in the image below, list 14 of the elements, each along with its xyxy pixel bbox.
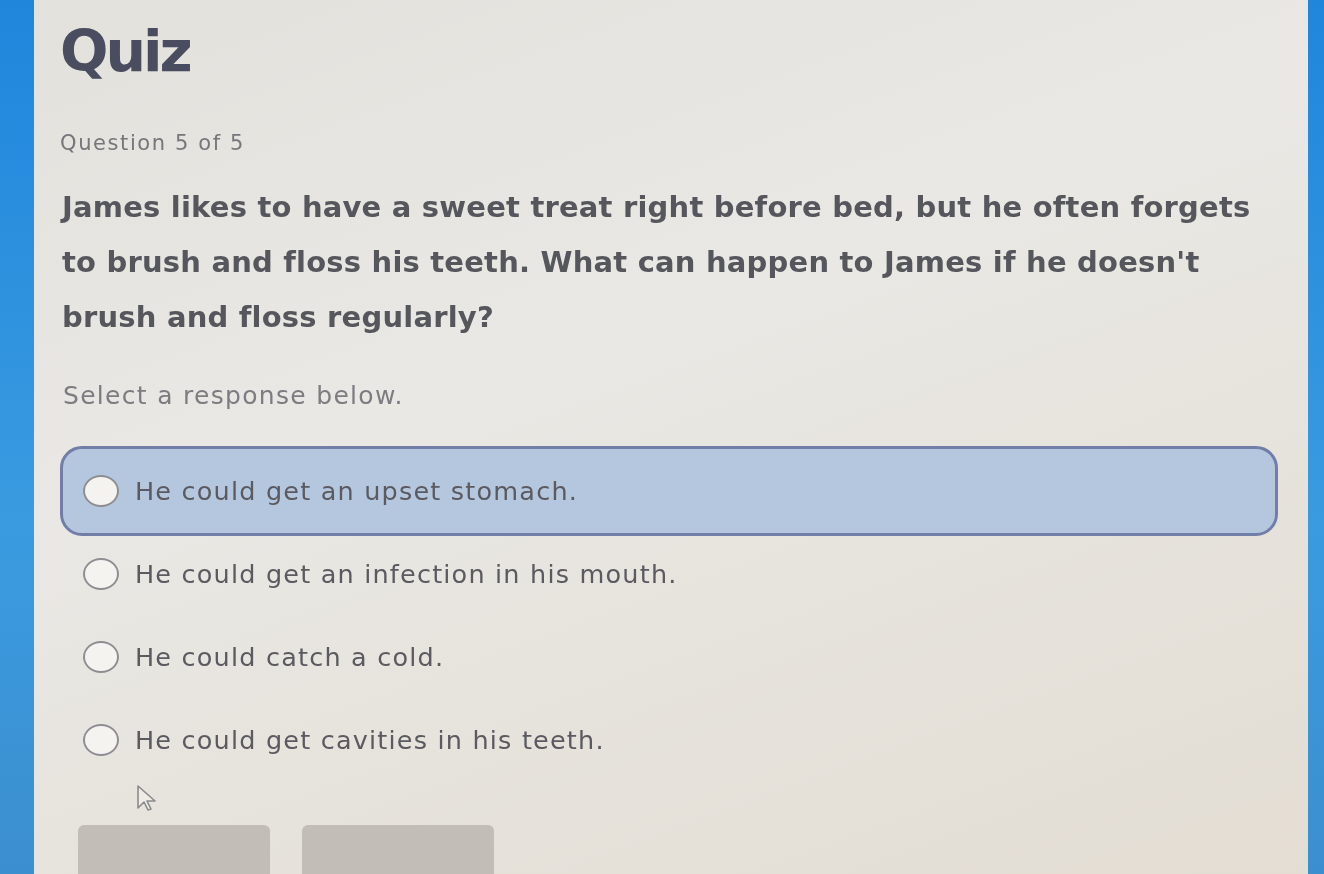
option-label: He could get an infection in his mouth.: [135, 559, 678, 589]
quiz-title: Quiz: [60, 18, 190, 84]
radio-button[interactable]: [83, 475, 119, 507]
mouse-pointer-icon: [136, 784, 158, 812]
answer-option[interactable]: He could get an upset stomach.: [60, 446, 1278, 536]
question-counter: Question 5 of 5: [60, 130, 245, 157]
option-label: He could catch a cold.: [135, 642, 445, 672]
instruction-text: Select a response below.: [63, 381, 404, 411]
option-label: He could get an upset stomach.: [135, 476, 579, 506]
radio-button[interactable]: [83, 558, 119, 590]
radio-button[interactable]: [83, 724, 119, 756]
question-text: James likes to have a sweet treat right before bed, but he often forgets to brush and floss his teeth. What can happen to James if he doesn't brush and floss regularly?: [62, 189, 1252, 336]
radio-button[interactable]: [83, 641, 119, 673]
option-label: He could get cavities in his teeth.: [135, 725, 605, 755]
